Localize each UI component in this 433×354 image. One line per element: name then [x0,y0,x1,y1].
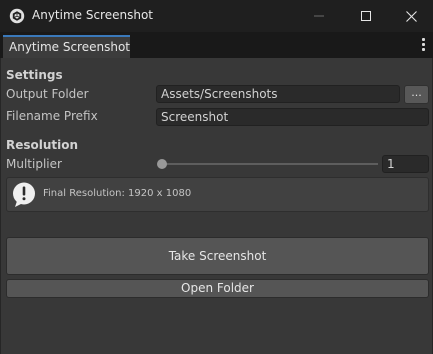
filename-prefix-label: Filename Prefix [6,109,98,123]
title-bar[interactable]: Anytime Screenshot [0,0,433,32]
output-folder-label: Output Folder [6,87,89,101]
editor-window: Anytime Screenshot Anytime Screenshot Se… [0,0,433,354]
info-help-box: Final Resolution: 1920 x 1080 [6,177,429,212]
multiplier-label: Multiplier [6,157,62,171]
close-button[interactable] [388,0,433,32]
settings-header: Settings [6,68,63,82]
tab-strip: Anytime Screenshot [0,32,433,58]
more-options-icon[interactable] [418,38,428,52]
info-icon [13,182,35,207]
filename-prefix-field[interactable]: Screenshot [156,108,429,126]
multiplier-slider-track[interactable] [160,163,378,165]
browse-folder-button[interactable]: ... [404,85,429,104]
maximize-icon [361,11,371,21]
minimize-button[interactable] [296,0,342,32]
final-resolution-message: Final Resolution: 1920 x 1080 [43,188,192,199]
window-title: Anytime Screenshot [32,8,154,22]
resolution-header: Resolution [6,138,79,152]
open-folder-button[interactable]: Open Folder [6,279,429,298]
tab-anytime-screenshot[interactable]: Anytime Screenshot [3,35,130,58]
maximize-button[interactable] [343,0,389,32]
editor-content: Settings Output Folder Assets/Screenshot… [0,58,433,354]
take-screenshot-button[interactable]: Take Screenshot [6,237,429,275]
close-icon [405,10,417,22]
output-folder-field[interactable]: Assets/Screenshots [156,85,400,103]
multiplier-field[interactable]: 1 [382,155,429,173]
multiplier-slider-thumb[interactable] [157,159,167,169]
unity-icon [9,8,25,24]
minimize-icon [314,15,324,17]
